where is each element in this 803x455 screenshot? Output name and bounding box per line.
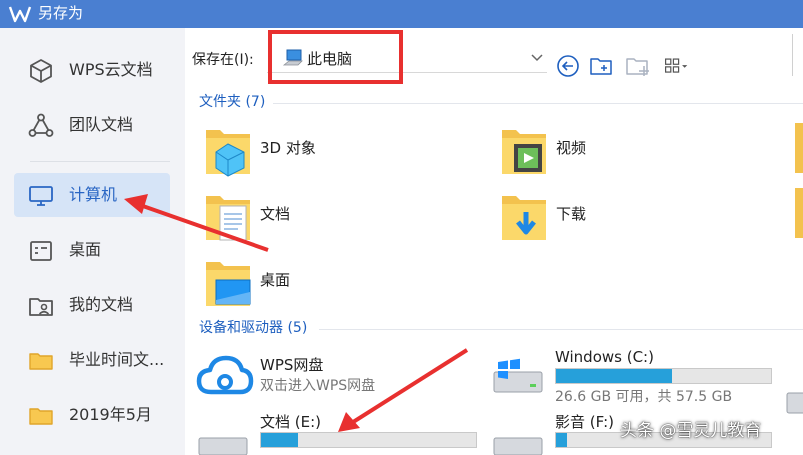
folder-item-downloads[interactable]: 下载 xyxy=(498,184,698,244)
folder-item-videos[interactable]: 视频 xyxy=(498,118,698,178)
drive-usage-fill xyxy=(261,433,298,447)
sidebar-item-label: 桌面 xyxy=(69,240,102,259)
sidebar-item-my-documents[interactable]: 我的文档 xyxy=(14,283,170,327)
back-icon[interactable] xyxy=(555,54,581,78)
annotation-highlight-box xyxy=(268,30,403,84)
drive-item-c[interactable]: Windows (C:) 26.6 GB 可用，共 57.5 GB xyxy=(490,344,780,405)
view-grid-icon[interactable] xyxy=(663,54,689,78)
wps-drive-label: WPS网盘 xyxy=(260,356,324,374)
sidebar-item-label: WPS云文档 xyxy=(69,60,153,79)
cube-icon xyxy=(30,59,52,83)
videos-folder-icon xyxy=(502,130,546,174)
drive-label: Windows (C:) xyxy=(555,348,654,366)
wps-drive-item[interactable]: WPS网盘 双击进入WPS网盘 xyxy=(195,350,455,400)
save-in-label: 保存在(I): xyxy=(192,52,254,68)
drive-usage-fill xyxy=(556,369,673,383)
pane-divider xyxy=(792,34,793,76)
folder-label: 文档 xyxy=(260,205,291,223)
windows-drive-icon xyxy=(493,358,543,393)
folder-icon xyxy=(29,353,53,370)
folder-label: 下载 xyxy=(556,205,587,223)
watermark: 头条 @雪灵儿教育 xyxy=(620,421,762,441)
drive-label: 文档 (E:) xyxy=(260,413,322,431)
sidebar-item-computer[interactable]: 计算机 xyxy=(14,173,170,217)
sidebar-item-label: 2019年5月 xyxy=(69,405,152,424)
3d-objects-folder-icon xyxy=(206,130,250,177)
folder-item-partial[interactable] xyxy=(795,188,803,238)
new-folder-icon[interactable] xyxy=(589,54,615,78)
folder-item-3d-objects[interactable]: 3D 对象 xyxy=(202,118,402,178)
sidebar-item-label: 我的文档 xyxy=(69,295,134,314)
drive-usage-bar xyxy=(260,432,477,448)
monitor-icon xyxy=(29,186,53,206)
drive-free-space: 26.6 GB 可用，共 57.5 GB xyxy=(555,389,733,405)
drive-usage-fill xyxy=(556,433,567,447)
sidebar-item-label: 团队文档 xyxy=(69,115,134,134)
documents-folder-icon xyxy=(206,196,250,241)
downloads-folder-icon xyxy=(502,196,546,240)
window-title: 另存为 xyxy=(38,4,84,22)
sidebar-item-may-2019-folder[interactable]: 2019年5月 xyxy=(14,393,170,437)
folders-section-title: 文件夹 (7) xyxy=(199,94,266,110)
desktop-icon xyxy=(30,241,52,261)
user-folder-icon xyxy=(29,298,53,316)
sidebar-item-graduation-folder[interactable]: 毕业时间文... xyxy=(14,338,170,382)
devices-section-title: 设备和驱动器 (5) xyxy=(199,320,308,336)
wps-drive-subtitle: 双击进入WPS网盘 xyxy=(260,378,376,394)
cloud-icon xyxy=(196,355,254,395)
drive-icon-partial[interactable] xyxy=(785,373,803,423)
add-folder-icon[interactable] xyxy=(625,54,651,78)
section-divider xyxy=(273,103,803,104)
chevron-down-icon[interactable] xyxy=(530,50,544,64)
drive-icon xyxy=(198,437,248,455)
sidebar-item-wps-cloud[interactable]: WPS云文档 xyxy=(14,48,170,92)
title-bar: 另存为 xyxy=(0,0,803,28)
main-pane: 保存在(I): 此电脑 文件夹 (7) 3D 对象 视频 文档 下载 桌面 设备… xyxy=(185,28,803,455)
sidebar-item-label: 计算机 xyxy=(69,185,118,204)
sidebar-divider xyxy=(30,161,170,162)
folder-label: 桌面 xyxy=(260,271,291,289)
sidebar-item-desktop[interactable]: 桌面 xyxy=(14,228,170,272)
folder-label: 视频 xyxy=(556,139,587,157)
sidebar-item-team-docs[interactable]: 团队文档 xyxy=(14,103,170,147)
desktop-folder-icon xyxy=(206,262,251,306)
sidebar-item-label: 毕业时间文... xyxy=(69,350,165,369)
section-divider xyxy=(319,329,803,330)
drive-icon xyxy=(493,437,543,455)
folder-icon xyxy=(29,408,53,425)
folder-label: 3D 对象 xyxy=(260,139,316,157)
folder-item-documents[interactable]: 文档 xyxy=(202,184,402,244)
sidebar: WPS云文档 团队文档 计算机 桌面 我的文档 毕业时间文... 2019年5月 xyxy=(0,28,185,455)
drive-usage-bar xyxy=(555,368,772,384)
drive-item-e[interactable]: 文档 (E:) xyxy=(195,410,485,455)
drive-label: 影音 (F:) xyxy=(555,413,614,431)
folder-item-desktop[interactable]: 桌面 xyxy=(202,250,402,310)
folder-item-partial[interactable] xyxy=(795,123,803,173)
team-icon xyxy=(28,113,54,137)
wps-logo-icon xyxy=(8,6,32,23)
